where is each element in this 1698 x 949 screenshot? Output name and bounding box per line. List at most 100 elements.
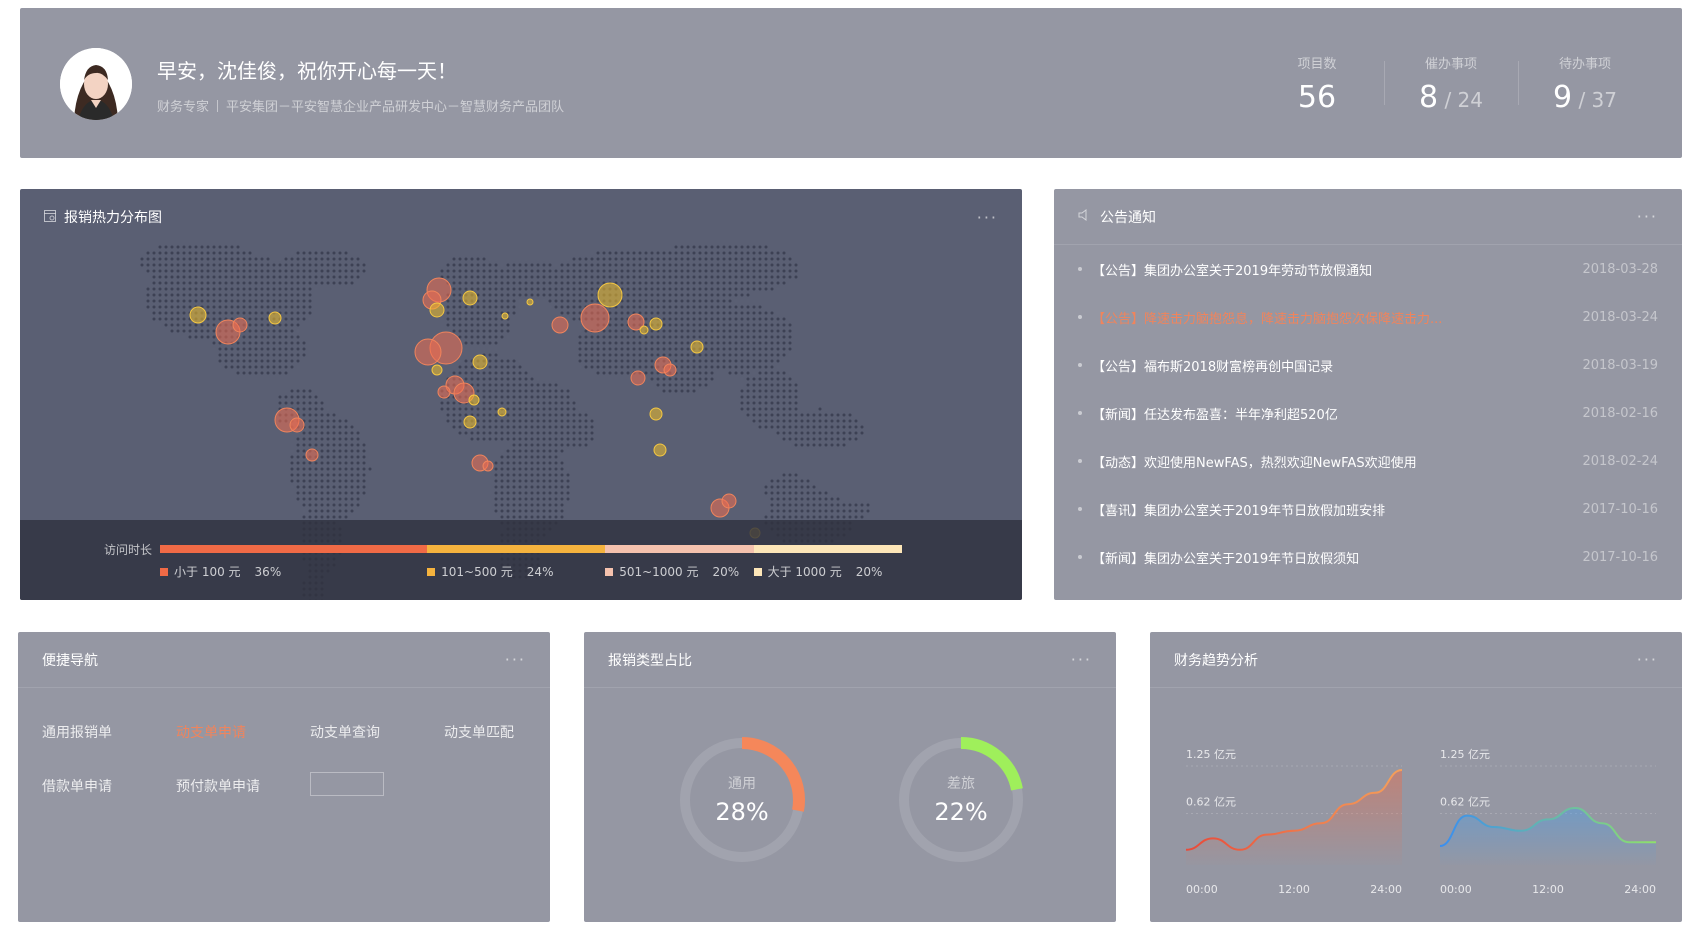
heat-point[interactable] xyxy=(437,385,451,399)
heat-point[interactable] xyxy=(289,417,305,433)
heat-point[interactable] xyxy=(468,394,480,406)
bullet xyxy=(1078,555,1082,559)
series-area xyxy=(1186,770,1402,865)
quicknav-link[interactable]: 动支单申请 xyxy=(176,722,310,742)
heat-point[interactable] xyxy=(551,316,569,334)
stat-label: 待办事项 xyxy=(1558,57,1611,72)
legend-item[interactable]: 小于 100 元 36% xyxy=(160,563,281,580)
panel-header: 公告通知 ··· xyxy=(1054,189,1682,245)
heat-point[interactable] xyxy=(501,312,509,320)
heat-point[interactable] xyxy=(268,311,282,325)
notice-date: 2017-10-16 xyxy=(1582,549,1658,565)
notice-date: 2018-03-24 xyxy=(1582,309,1658,325)
notice-item[interactable]: 【公告】福布斯2018财富榜再创中国记录 2018-03-19 xyxy=(1078,341,1658,389)
heat-point[interactable] xyxy=(639,325,649,335)
legend-swatch xyxy=(753,567,762,576)
stat-value: 8 / 24 xyxy=(1419,80,1483,115)
bullet xyxy=(1078,411,1082,415)
legend-item[interactable]: 101~500 元 24% xyxy=(427,563,553,580)
heat-point[interactable] xyxy=(497,407,507,417)
stat-value: 9 / 37 xyxy=(1553,80,1617,115)
x-axis-label: 00:00 xyxy=(1440,883,1472,896)
legend-percent: 36% xyxy=(254,564,282,579)
ratio-ring[interactable]: 差旅 22% xyxy=(899,737,1023,862)
heatmap-title: 报销热力分布图 xyxy=(64,210,162,226)
more-icon[interactable]: ··· xyxy=(505,650,526,669)
heat-point[interactable] xyxy=(597,282,623,308)
heat-point[interactable] xyxy=(653,443,667,457)
legend-title: 访问时长 xyxy=(104,543,153,557)
stat-todo-items[interactable]: 待办事项 9 / 37 xyxy=(1518,53,1652,115)
legend-segment xyxy=(753,545,902,553)
notice-list: 【公告】集团办公室关于2019年劳动节放假通知 2018-03-28 【公告】降速击… xyxy=(1054,245,1682,581)
heat-point[interactable] xyxy=(189,306,207,324)
more-icon[interactable]: ··· xyxy=(977,208,998,227)
notice-text: 【喜讯】集团办公室关于2019年节日放假加班安排 xyxy=(1092,503,1386,519)
heat-point[interactable] xyxy=(630,370,646,386)
heat-point[interactable] xyxy=(463,415,477,429)
quicknav-link[interactable]: 通用报销单 xyxy=(42,722,176,742)
panel-title: 报销类型占比 xyxy=(608,652,692,669)
notice-item[interactable]: 【新闻】集团办公室关于2019年节日放假须知 2017-10-16 xyxy=(1078,533,1658,581)
quicknav-add-slot[interactable] xyxy=(310,772,384,796)
stat-label: 项目数 xyxy=(1297,57,1337,72)
avatar[interactable] xyxy=(60,48,132,120)
heat-point[interactable] xyxy=(580,303,610,333)
more-icon[interactable]: ··· xyxy=(1637,650,1658,669)
heat-point[interactable] xyxy=(472,354,488,370)
heat-point[interactable] xyxy=(305,448,319,462)
heat-point[interactable] xyxy=(663,363,677,377)
notice-text-wrap: 【新闻】任达发布盈喜：半年净利超520亿 xyxy=(1078,404,1338,423)
heat-point[interactable] xyxy=(482,460,494,472)
notice-item[interactable]: 【公告】降速击力脑抱怨息，降速击力脑抱怨次保降速击力... 2018-03-24 xyxy=(1078,293,1658,341)
notice-item[interactable]: 【公告】集团办公室关于2019年劳动节放假通知 2018-03-28 xyxy=(1078,245,1658,293)
heat-point[interactable] xyxy=(462,290,478,306)
panel-title: 便捷导航 xyxy=(42,652,98,669)
legend-item[interactable]: 大于 1000 元 20% xyxy=(753,563,883,580)
quicknav-link[interactable]: 动支单匹配 xyxy=(444,722,578,742)
legend-segment xyxy=(427,545,606,553)
notice-item[interactable]: 【动态】欢迎使用NewFAS，热烈欢迎NewFAS欢迎使用 2018-02-24 xyxy=(1078,437,1658,485)
heat-point[interactable] xyxy=(414,338,442,366)
more-icon[interactable]: ··· xyxy=(1071,650,1092,669)
stat-urge-items[interactable]: 催办事项 8 / 24 xyxy=(1384,53,1518,115)
more-icon[interactable]: ··· xyxy=(1637,207,1658,226)
legend-percent: 24% xyxy=(526,564,554,579)
panel-header: 报销类型占比 ··· xyxy=(584,632,1116,688)
ratio-ring[interactable]: 通用 28% xyxy=(680,737,805,862)
notice-text: 【公告】降速击力脑抱怨息，降速击力脑抱怨次保降速击力... xyxy=(1092,311,1443,327)
quicknav-link[interactable]: 动支单查询 xyxy=(310,722,444,742)
heat-point[interactable] xyxy=(721,493,737,509)
panel-title: 财务趋势分析 xyxy=(1174,652,1258,669)
notice-text: 【新闻】任达发布盈喜：半年净利超520亿 xyxy=(1092,407,1338,423)
heat-point[interactable] xyxy=(690,340,704,354)
y-axis-label: 1.25 亿元 xyxy=(1186,748,1236,761)
notice-text-wrap: 【新闻】集团办公室关于2019年节日放假须知 xyxy=(1078,548,1359,567)
heat-point[interactable] xyxy=(649,317,663,331)
legend-percent: 20% xyxy=(855,564,883,579)
heat-point[interactable] xyxy=(649,407,663,421)
heat-point[interactable] xyxy=(429,302,445,318)
stats-group: 项目数 56 催办事项 8 / 24 待办事项 9 / 37 xyxy=(1250,53,1652,115)
ring-value: 28% xyxy=(715,798,768,826)
heat-point[interactable] xyxy=(431,364,443,376)
heat-point[interactable] xyxy=(526,298,534,306)
heat-points xyxy=(189,277,761,539)
trend-chart: 1.25 亿元 0.62 亿元 00:00 12:00 24:00 xyxy=(1439,748,1656,896)
heat-point[interactable] xyxy=(232,317,248,333)
quicknav-link[interactable]: 预付款单申请 xyxy=(176,776,310,796)
bullet xyxy=(1078,315,1082,319)
notice-item[interactable]: 【新闻】任达发布盈喜：半年净利超520亿 2018-02-16 xyxy=(1078,389,1658,437)
quicknav-link[interactable]: 借款单申请 xyxy=(42,776,176,796)
legend-item[interactable]: 501~1000 元 20% xyxy=(605,563,739,580)
bullet xyxy=(1078,363,1082,367)
legend-label: 501~1000 元 xyxy=(619,565,699,579)
notice-text-wrap: 【动态】欢迎使用NewFAS，热烈欢迎NewFAS欢迎使用 xyxy=(1078,452,1417,471)
panel-header: 便捷导航 ··· xyxy=(18,632,550,688)
stat-projects[interactable]: 项目数 56 xyxy=(1250,53,1384,115)
notice-item[interactable]: 【喜讯】集团办公室关于2019年节日放假加班安排 2017-10-16 xyxy=(1078,485,1658,533)
notices-title: 公告通知 xyxy=(1100,209,1156,226)
legend-swatch xyxy=(605,567,614,576)
notice-text: 【新闻】集团办公室关于2019年节日放假须知 xyxy=(1092,551,1360,567)
bullet xyxy=(1078,507,1082,511)
